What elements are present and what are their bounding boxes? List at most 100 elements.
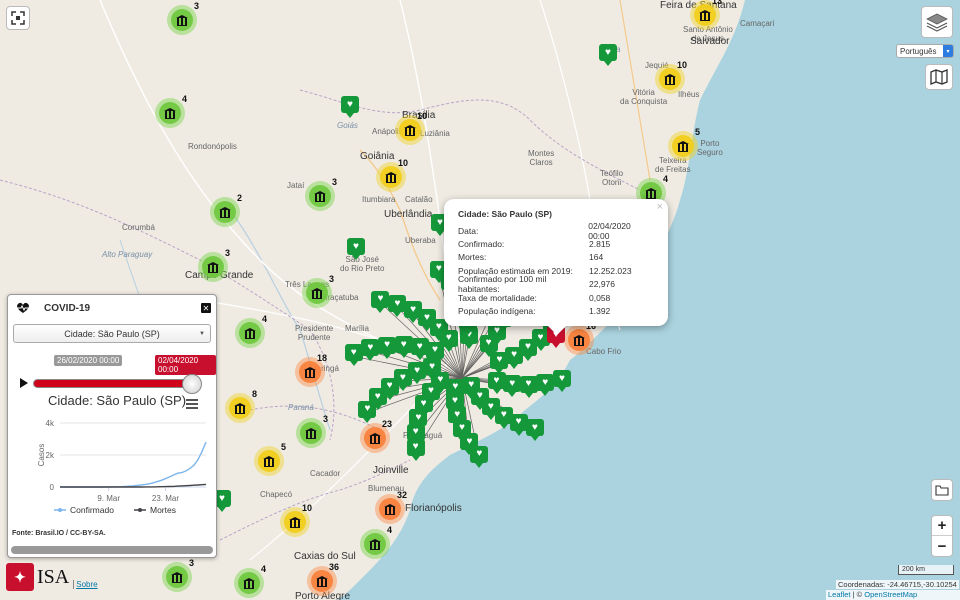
popup-value: 22,976 — [589, 279, 615, 290]
slider-handle[interactable] — [182, 374, 202, 394]
building-icon — [304, 367, 316, 378]
zoom-control[interactable]: + − — [931, 515, 953, 557]
map-icon — [930, 69, 948, 85]
language-select[interactable]: Português ▾ — [896, 44, 954, 58]
heart-icon: ♥ — [519, 375, 538, 393]
leaflet-link[interactable]: Leaflet — [828, 590, 851, 599]
case-marker[interactable]: ♥ — [388, 295, 407, 318]
case-marker[interactable]: ♥ — [394, 336, 413, 359]
cluster-marker[interactable]: 8 — [225, 389, 257, 423]
cluster-count: 8 — [251, 389, 257, 399]
building-icon — [645, 188, 657, 199]
cluster-marker[interactable]: 36 — [307, 562, 339, 596]
case-marker[interactable]: ♥ — [406, 438, 425, 461]
cluster-marker[interactable]: 5 — [668, 127, 700, 161]
cluster-marker[interactable]: 10 — [395, 111, 427, 145]
cluster-count: 23 — [381, 419, 392, 429]
building-icon — [234, 403, 246, 414]
building-icon — [243, 578, 255, 589]
city-label: Vitória da Conquista — [620, 88, 668, 106]
case-marker[interactable]: ♥ — [503, 375, 522, 398]
city-label: Goiás — [337, 121, 358, 130]
case-marker[interactable]: ♥ — [341, 96, 359, 118]
case-marker[interactable]: ♥ — [347, 238, 365, 260]
cluster-marker[interactable]: 13 — [690, 0, 722, 30]
case-marker[interactable]: ♥ — [371, 290, 390, 313]
building-icon — [369, 433, 381, 444]
city-label: Ilhéus — [678, 90, 700, 99]
case-marker[interactable]: ♥ — [599, 44, 617, 66]
cluster-count: 4 — [662, 174, 668, 184]
building-icon — [404, 125, 416, 136]
about-link[interactable]: Sobre — [73, 579, 98, 589]
case-marker[interactable]: ♥ — [404, 301, 423, 324]
popup-close-button[interactable]: × — [657, 201, 663, 213]
case-marker[interactable]: ♥ — [509, 413, 528, 436]
cluster-marker[interactable]: 10 — [655, 60, 687, 94]
cluster-marker[interactable]: 10 — [376, 158, 408, 192]
case-marker[interactable]: ♥ — [553, 370, 571, 393]
heart-icon: ♥ — [503, 375, 522, 393]
basemap-button[interactable] — [925, 64, 953, 90]
heartbeat-icon — [17, 302, 29, 313]
date-start: 26/02/2020 00:00 — [54, 355, 123, 366]
case-marker[interactable]: ♥ — [410, 338, 429, 361]
cluster-marker[interactable]: 3 — [302, 274, 334, 308]
cluster-marker[interactable]: 18 — [295, 353, 327, 387]
case-marker[interactable]: ♥ — [344, 344, 363, 367]
cluster-marker[interactable]: 4 — [235, 314, 267, 348]
cluster-marker[interactable]: 32 — [375, 490, 407, 524]
slider-track[interactable] — [33, 379, 193, 388]
cluster-marker[interactable]: 4 — [360, 525, 392, 559]
series-line — [60, 441, 207, 488]
cluster-marker[interactable]: 4 — [234, 564, 266, 598]
cluster-count: 5 — [694, 127, 700, 137]
folder-icon — [935, 485, 949, 496]
open-file-button[interactable] — [931, 479, 953, 501]
case-marker[interactable]: ♥ — [358, 400, 377, 423]
chevron-down-icon: ▼ — [199, 330, 205, 337]
y-axis-label: Casos — [37, 444, 46, 467]
case-marker[interactable]: ♥ — [525, 419, 544, 442]
case-marker[interactable]: ♥ — [361, 339, 380, 362]
popup-key: Taxa de mortalidade: — [458, 292, 537, 303]
fullscreen-button[interactable] — [6, 6, 30, 30]
layers-icon — [926, 13, 948, 32]
zoom-out-button[interactable]: − — [932, 536, 952, 556]
cluster-marker[interactable]: 3 — [305, 177, 337, 211]
cluster-marker[interactable]: 3 — [167, 1, 199, 35]
panel-close-button[interactable]: ✕ — [201, 303, 211, 313]
y-tick-label: 2k — [46, 451, 55, 460]
case-marker[interactable]: ♥ — [378, 336, 397, 359]
case-marker[interactable]: ♥ — [470, 445, 489, 468]
layers-button[interactable] — [921, 6, 953, 38]
cluster-marker[interactable]: 16 — [564, 321, 596, 355]
popup-value: 0,058 — [589, 292, 611, 303]
popup-row: Confirmado por 100 mil habitantes: 22,976 — [458, 274, 654, 294]
cluster-marker[interactable]: 5 — [254, 442, 286, 476]
time-slider[interactable] — [8, 373, 216, 394]
cluster-marker[interactable]: 4 — [155, 94, 187, 128]
case-marker[interactable]: ♥ — [519, 375, 538, 398]
cluster-marker[interactable]: 23 — [360, 419, 392, 453]
heart-icon: ♥ — [361, 339, 380, 357]
cluster-count: 3 — [328, 274, 334, 284]
osm-link[interactable]: OpenStreetMap — [864, 590, 917, 599]
cluster-marker[interactable]: 3 — [296, 414, 328, 448]
zoom-in-button[interactable]: + — [932, 516, 952, 536]
legend-marker — [58, 508, 62, 512]
data-source: Fonte: Brasil.IO / CC-BY-SA. — [12, 530, 106, 537]
heart-icon: ♥ — [553, 370, 571, 388]
city-select[interactable]: Cidade: São Paulo (SP) ▼ — [13, 324, 211, 343]
cluster-count: 3 — [224, 248, 230, 258]
city-label: Chapecó — [260, 490, 293, 499]
play-icon[interactable] — [20, 378, 28, 388]
case-marker[interactable]: ♥ — [536, 374, 555, 397]
chart-menu-icon[interactable] — [186, 399, 198, 409]
chart-title: Cidade: São Paulo (SP) — [48, 393, 187, 408]
cluster-marker[interactable]: 3 — [198, 248, 230, 282]
cluster-marker[interactable]: 2 — [210, 193, 242, 227]
cluster-marker[interactable]: 10 — [280, 503, 312, 537]
panel-scrollbar[interactable] — [11, 546, 213, 554]
cluster-marker[interactable]: 3 — [162, 558, 194, 592]
